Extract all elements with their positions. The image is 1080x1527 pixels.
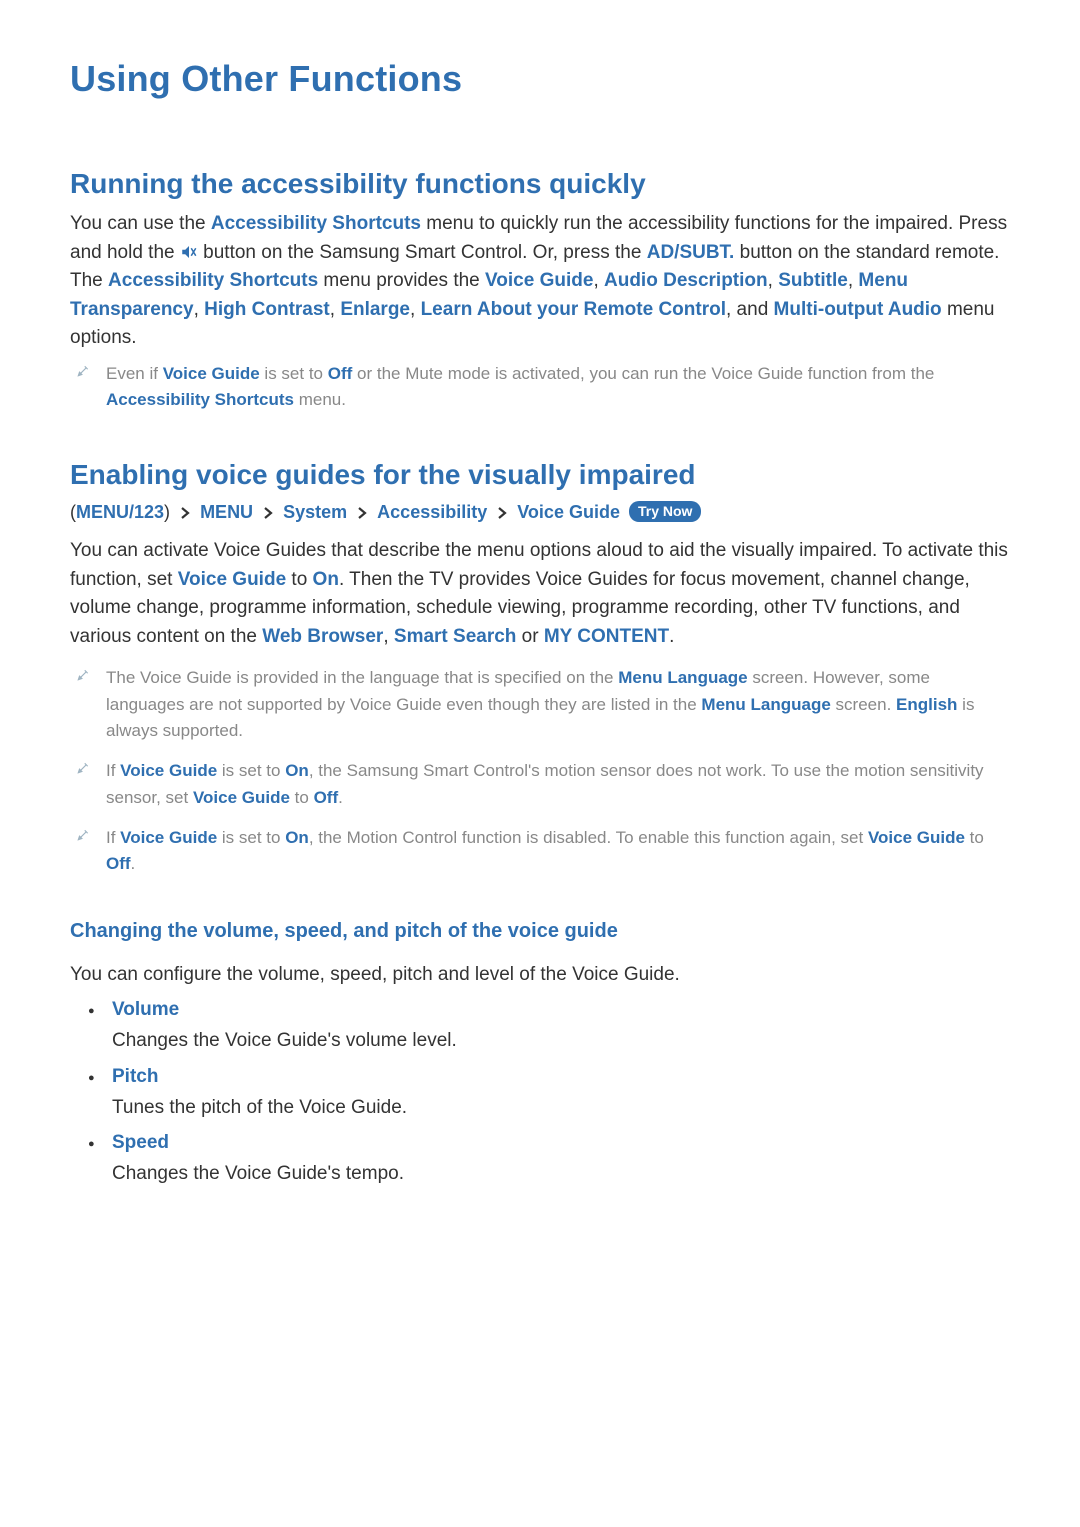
paren-close: )	[164, 502, 170, 522]
breadcrumb-item: MENU/123	[76, 502, 164, 522]
note-text: Even if Voice Guide is set to Off or the…	[106, 361, 1010, 414]
section-voice-guide: Enabling voice guides for the visually i…	[70, 459, 1010, 1188]
breadcrumb-item: MENU	[200, 502, 253, 522]
list-item: Speed Changes the Voice Guide's tempo.	[70, 1132, 1010, 1189]
chevron-right-icon	[496, 503, 508, 515]
notes-group: The Voice Guide is provided in the langu…	[70, 665, 1010, 877]
section2-paragraph: You can activate Voice Guides that descr…	[70, 537, 1010, 651]
list-item: Pitch Tunes the pitch of the Voice Guide…	[70, 1066, 1010, 1123]
note-text: The Voice Guide is provided in the langu…	[106, 665, 1010, 744]
note-text: If Voice Guide is set to On, the Samsung…	[106, 758, 1010, 811]
subsection-intro: You can configure the volume, speed, pit…	[70, 961, 1010, 990]
section-heading: Enabling voice guides for the visually i…	[70, 459, 1010, 491]
option-label: Pitch	[112, 1066, 1010, 1088]
section1-paragraph: You can use the Accessibility Shortcuts …	[70, 210, 1010, 353]
page-title: Using Other Functions	[70, 58, 1010, 100]
option-label: Volume	[112, 999, 1010, 1021]
note-icon	[76, 828, 98, 847]
breadcrumb: (MENU/123) MENU System Accessibility Voi…	[70, 501, 1010, 523]
manual-page: Using Other Functions Running the access…	[0, 0, 1080, 1527]
option-desc: Changes the Voice Guide's volume level.	[112, 1030, 457, 1051]
note-icon	[76, 364, 98, 383]
subsection-heading: Changing the volume, speed, and pitch of…	[70, 920, 1010, 943]
note-row: If Voice Guide is set to On, the Motion …	[76, 825, 1010, 878]
list-item: Volume Changes the Voice Guide's volume …	[70, 999, 1010, 1056]
breadcrumb-item: Accessibility	[377, 502, 487, 522]
breadcrumb-item: System	[283, 502, 347, 522]
note-row: If Voice Guide is set to On, the Samsung…	[76, 758, 1010, 811]
option-desc: Tunes the pitch of the Voice Guide.	[112, 1097, 407, 1118]
note-icon	[76, 761, 98, 780]
mute-speaker-icon	[180, 242, 198, 260]
note-icon	[76, 668, 98, 687]
chevron-right-icon	[262, 503, 274, 515]
note-row: Even if Voice Guide is set to Off or the…	[76, 361, 1010, 414]
section-accessibility-shortcuts: Running the accessibility functions quic…	[70, 168, 1010, 413]
options-list: Volume Changes the Voice Guide's volume …	[70, 999, 1010, 1189]
note-row: The Voice Guide is provided in the langu…	[76, 665, 1010, 744]
option-desc: Changes the Voice Guide's tempo.	[112, 1163, 404, 1184]
breadcrumb-item: Voice Guide	[517, 502, 620, 522]
chevron-right-icon	[179, 503, 191, 515]
try-now-badge[interactable]: Try Now	[629, 501, 701, 522]
chevron-right-icon	[356, 503, 368, 515]
option-label: Speed	[112, 1132, 1010, 1154]
section-heading: Running the accessibility functions quic…	[70, 168, 1010, 200]
note-text: If Voice Guide is set to On, the Motion …	[106, 825, 1010, 878]
